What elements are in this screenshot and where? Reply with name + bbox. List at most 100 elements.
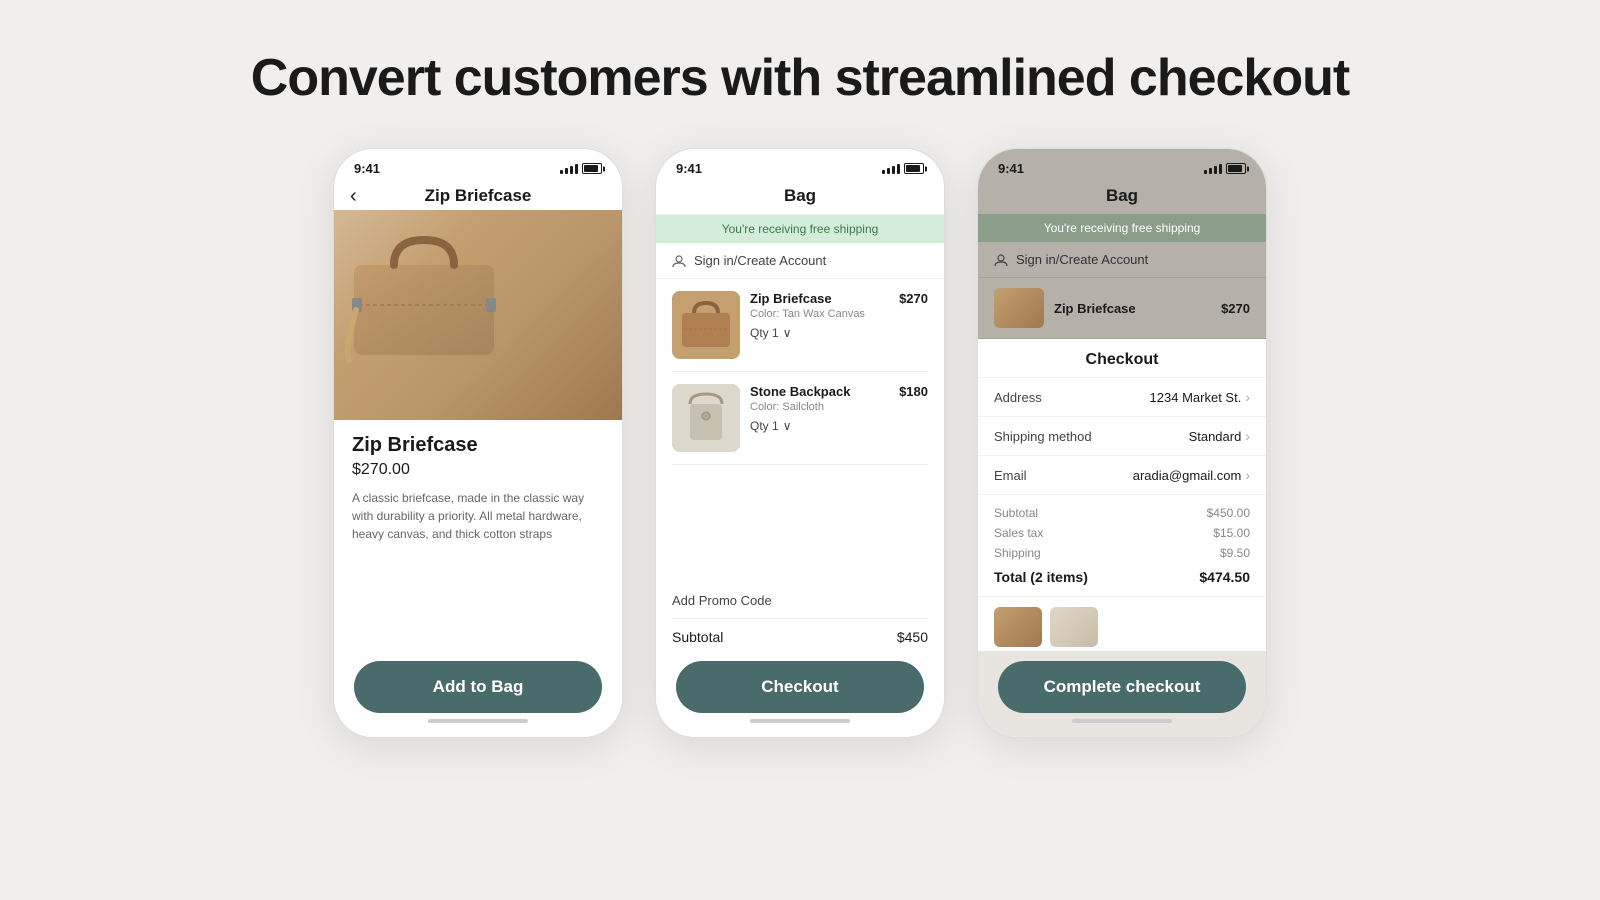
cart-footer: Add Promo Code Subtotal $450 [656,573,944,651]
phone2-bottom: Checkout [656,651,944,737]
sales-tax-value: $15.00 [1213,526,1250,540]
user-icon [672,254,686,268]
shipping-cost-label: Shipping [994,546,1041,560]
product-nav: ‹ Zip Briefcase [334,180,622,210]
phone3-thumbs [978,597,1266,651]
qty-2-dropdown-icon: ∨ [783,419,792,433]
phones-row: 9:41 ‹ Zip Briefcase [333,148,1267,738]
cart-item-1-thumb [672,291,740,359]
shipping-method-label: Shipping method [994,429,1092,444]
shipping-chevron-icon: › [1245,428,1250,444]
battery-icon-2 [904,163,924,174]
cart-item-1-image [672,291,740,359]
cart-item-2-image [672,384,740,452]
sales-tax-row: Sales tax $15.00 [994,523,1250,543]
subtotal-row: Subtotal $450 [672,619,928,651]
signal-icon-2 [882,164,900,174]
phone3-bag-title: Bag [978,180,1266,214]
cart-item-1-name: Zip Briefcase [750,291,889,306]
phone3-product-thumb-1 [994,607,1042,647]
shipping-value-group: Standard › [1189,428,1250,444]
email-label: Email [994,468,1027,483]
cart-items: Zip Briefcase Color: Tan Wax Canvas Qty … [656,279,944,573]
add-to-bag-button[interactable]: Add to Bag [354,661,602,713]
cart-item-2-price: $180 [899,384,928,399]
email-chevron-icon: › [1245,467,1250,483]
signal-icon-3 [1204,164,1222,174]
address-chevron-icon: › [1245,389,1250,405]
status-time-1: 9:41 [354,161,380,176]
pricing-subtotal-label: Subtotal [994,506,1038,520]
phone3-mini-item-name: Zip Briefcase [1054,301,1211,316]
cart-item-2-qty[interactable]: Qty 1 ∨ [750,419,889,433]
back-button[interactable]: ‹ [350,185,357,208]
qty-dropdown-icon: ∨ [783,326,792,340]
phone-2: 9:41 Bag You're receiving free shipping [655,148,945,738]
phone1-bottom: Add to Bag [334,651,622,737]
phone3-mini-thumb [994,288,1044,328]
cart-item-1-color: Color: Tan Wax Canvas [750,308,889,320]
cart-item-1: Zip Briefcase Color: Tan Wax Canvas Qty … [672,279,928,372]
status-time-3: 9:41 [998,161,1024,176]
phone3-user-icon [994,253,1008,267]
battery-icon-3 [1226,163,1246,174]
address-value: 1234 Market St. [1150,390,1242,405]
signal-icon-1 [560,164,578,174]
bag-illustration [334,210,514,370]
checkout-title: Checkout [978,339,1266,378]
phone3-bottom: Complete checkout [978,651,1266,737]
status-icons-1 [560,163,602,174]
free-shipping-banner: You're receiving free shipping [656,215,944,243]
phone3-mini-item: Zip Briefcase $270 [978,278,1266,339]
checkout-email-row[interactable]: Email aradia@gmail.com › [978,456,1266,495]
complete-checkout-button[interactable]: Complete checkout [998,661,1246,713]
checkout-shipping-row[interactable]: Shipping method Standard › [978,417,1266,456]
cart-item-2-details: Stone Backpack Color: Sailcloth Qty 1 ∨ [750,384,889,433]
status-time-2: 9:41 [676,161,702,176]
phone3-product-thumb-2 [1050,607,1098,647]
phone3-sign-in-text: Sign in/Create Account [1016,252,1148,267]
phone3-mini-item-price: $270 [1221,301,1250,316]
status-bar-3: 9:41 [978,149,1266,180]
battery-icon-1 [582,163,602,174]
cart-item-1-qty[interactable]: Qty 1 ∨ [750,326,889,340]
total-value: $474.50 [1199,569,1250,585]
sign-in-row[interactable]: Sign in/Create Account [656,243,944,279]
phone-3: 9:41 Bag You're receiving free shipping … [977,148,1267,738]
home-indicator-3 [1072,719,1172,723]
email-value: aradia@gmail.com [1133,468,1242,483]
pricing-section: Subtotal $450.00 Sales tax $15.00 Shippi… [978,495,1266,597]
checkout-section: Checkout Address 1234 Market St. › Shipp… [978,339,1266,651]
product-price: $270.00 [352,461,604,479]
subtotal-pricing-row: Subtotal $450.00 [994,503,1250,523]
subtotal-label: Subtotal [672,629,723,645]
product-info: Zip Briefcase $270.00 A classic briefcas… [334,420,622,651]
phone2-content: You're receiving free shipping Sign in/C… [656,215,944,651]
cart-item-2-color: Color: Sailcloth [750,401,889,413]
checkout-address-row[interactable]: Address 1234 Market St. › [978,378,1266,417]
status-icons-3 [1204,163,1246,174]
home-indicator-1 [428,719,528,723]
total-row: Total (2 items) $474.50 [994,563,1250,588]
nav-title-1: Zip Briefcase [425,186,532,206]
address-value-group: 1234 Market St. › [1150,389,1250,405]
shipping-cost-row: Shipping $9.50 [994,543,1250,563]
sales-tax-label: Sales tax [994,526,1043,540]
pricing-subtotal-value: $450.00 [1207,506,1250,520]
promo-code[interactable]: Add Promo Code [672,583,928,619]
page-headline: Convert customers with streamlined check… [251,48,1349,108]
checkout-button[interactable]: Checkout [676,661,924,713]
cart-item-1-price: $270 [899,291,928,306]
cart-item-2: Stone Backpack Color: Sailcloth Qty 1 ∨ … [672,372,928,465]
cart-item-1-details: Zip Briefcase Color: Tan Wax Canvas Qty … [750,291,889,340]
email-value-group: aradia@gmail.com › [1133,467,1250,483]
shipping-cost-value: $9.50 [1220,546,1250,560]
sign-in-text: Sign in/Create Account [694,253,826,268]
status-bar-2: 9:41 [656,149,944,180]
shipping-value: Standard [1189,429,1242,444]
product-image [334,210,622,420]
phone3-sign-in[interactable]: Sign in/Create Account [978,242,1266,278]
bag-title: Bag [656,180,944,215]
phone3-free-shipping: You're receiving free shipping [978,214,1266,242]
product-name: Zip Briefcase [352,434,604,457]
